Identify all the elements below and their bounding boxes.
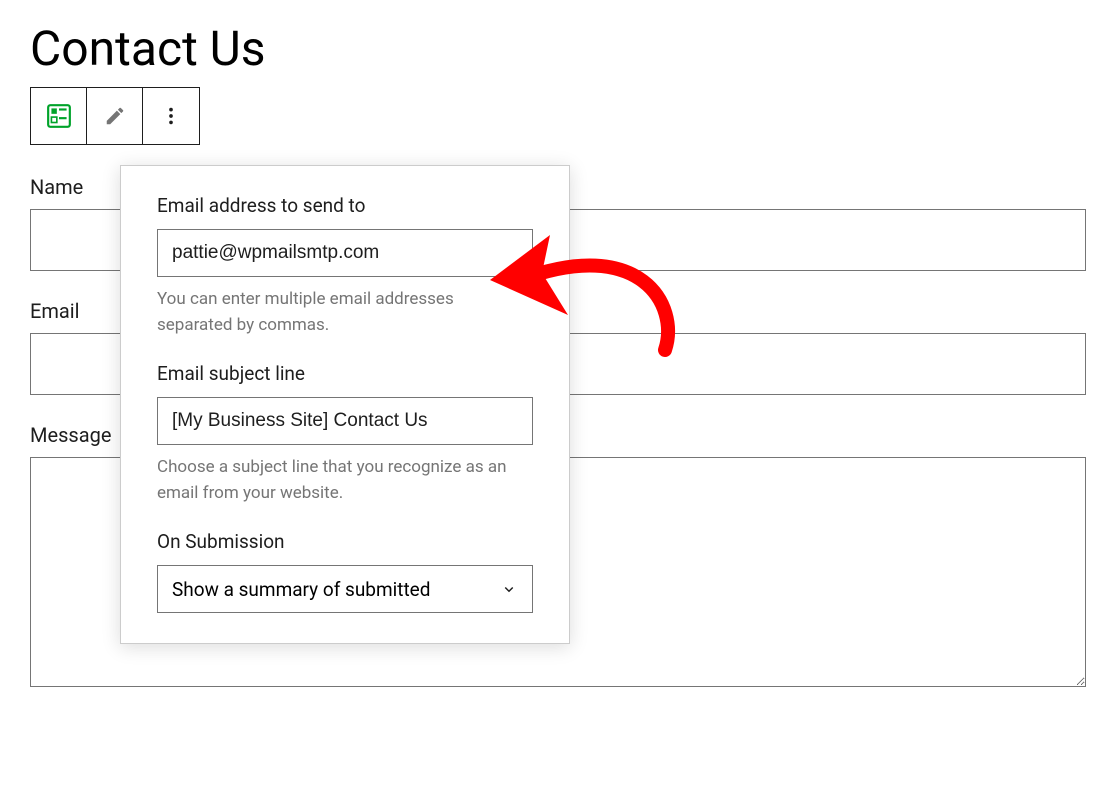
submission-selected-text: Show a summary of submitted xyxy=(172,578,430,601)
email-to-input[interactable] xyxy=(157,229,533,277)
subject-input[interactable] xyxy=(157,397,533,445)
edit-button[interactable] xyxy=(87,88,143,144)
form-settings-popover: Email address to send to You can enter m… xyxy=(120,165,570,644)
submission-select[interactable]: Show a summary of submitted xyxy=(157,565,533,613)
email-to-section: Email address to send to You can enter m… xyxy=(157,194,533,338)
subject-help: Choose a subject line that you recognize… xyxy=(157,455,533,506)
form-block-button[interactable] xyxy=(31,88,87,144)
chevron-down-icon xyxy=(500,580,518,598)
email-to-help: You can enter multiple email addresses s… xyxy=(157,287,533,338)
submission-label: On Submission xyxy=(157,530,533,553)
more-options-button[interactable] xyxy=(143,88,199,144)
pencil-icon xyxy=(104,105,126,127)
form-icon xyxy=(46,103,72,129)
subject-label: Email subject line xyxy=(157,362,533,385)
block-toolbar xyxy=(30,87,200,145)
subject-section: Email subject line Choose a subject line… xyxy=(157,362,533,506)
email-to-label: Email address to send to xyxy=(157,194,533,217)
submission-section: On Submission Show a summary of submitte… xyxy=(157,530,533,613)
more-vertical-icon xyxy=(160,105,182,127)
page-title: Contact Us xyxy=(30,20,1086,77)
